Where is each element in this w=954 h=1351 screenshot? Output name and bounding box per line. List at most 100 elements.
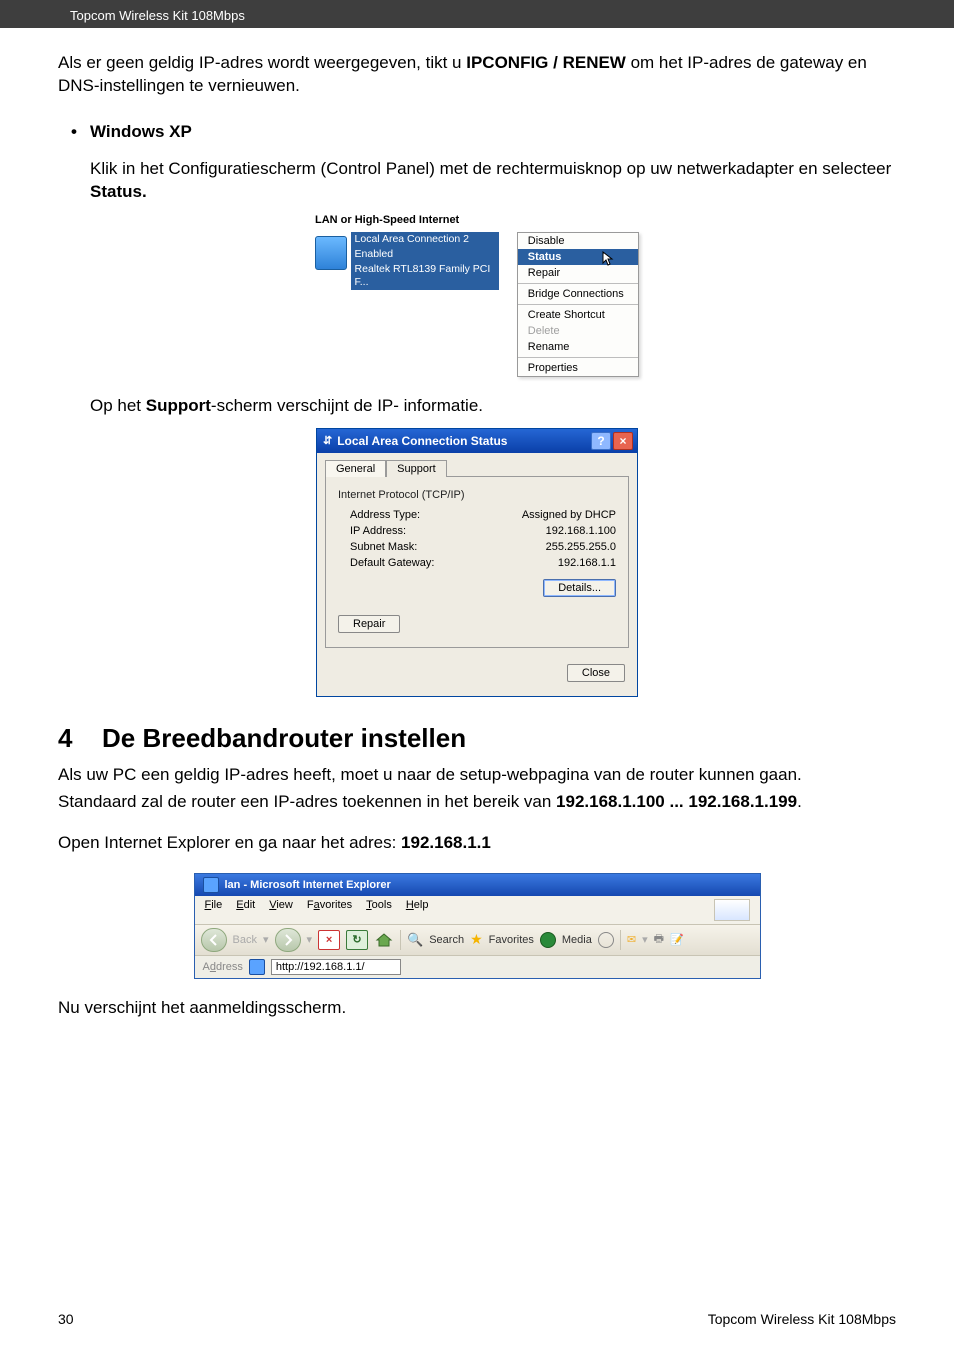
stop-button[interactable]: × xyxy=(318,930,340,950)
addr-type-value: Assigned by DHCP xyxy=(522,509,616,521)
mail-dropdown-icon[interactable]: ▾ xyxy=(642,933,648,946)
connection-name[interactable]: Local Area Connection 2 xyxy=(351,232,499,247)
step1-bold: Status. xyxy=(90,182,147,201)
menu-view[interactable]: View xyxy=(269,899,293,921)
history-icon[interactable] xyxy=(598,932,614,948)
page-footer: 30 Topcom Wireless Kit 108Mbps xyxy=(58,1311,896,1327)
bullet-label: Windows XP xyxy=(90,122,192,142)
details-button[interactable]: Details... xyxy=(543,579,616,597)
tab-support[interactable]: Support xyxy=(386,460,447,477)
menu-favorites[interactable]: Favorites xyxy=(307,899,352,921)
step1-text: Klik in het Configuratiescherm (Control … xyxy=(90,158,896,204)
gw-value: 192.168.1.1 xyxy=(558,557,616,569)
doc-header: Topcom Wireless Kit 108Mbps xyxy=(0,0,954,28)
network-connection-icon xyxy=(315,236,347,270)
sec4-ip-range: 192.168.1.100 ... 192.168.1.199 xyxy=(556,792,797,811)
favorites-icon[interactable]: ★ xyxy=(470,931,483,948)
home-icon xyxy=(375,932,393,948)
step2-b: -scherm verschijnt de IP- informatie. xyxy=(211,396,483,415)
bullet-dot: • xyxy=(58,122,90,142)
ctx-status[interactable]: Status xyxy=(518,249,638,265)
ctx-repair[interactable]: Repair xyxy=(518,265,638,281)
page-icon xyxy=(249,959,265,975)
menu-tools[interactable]: Tools xyxy=(366,899,392,921)
section-4-heading: 4De Breedbandrouter instellen xyxy=(58,723,896,754)
step2-a: Op het xyxy=(90,396,146,415)
row-address-type: Address Type: Assigned by DHCP xyxy=(338,507,616,523)
favorites-label: Favorites xyxy=(489,934,534,946)
close-button[interactable]: Close xyxy=(567,664,625,682)
sec4-router-ip: 192.168.1.1 xyxy=(401,833,491,852)
help-button[interactable]: ? xyxy=(591,432,611,450)
menu-file[interactable]: File xyxy=(205,899,223,921)
ctx-bridge[interactable]: Bridge Connections xyxy=(518,283,638,302)
cursor-icon xyxy=(602,251,616,267)
sec4-p2: Standaard zal de router een IP-adres toe… xyxy=(58,791,896,814)
menu-help[interactable]: Help xyxy=(406,899,429,921)
ctx-status-label: Status xyxy=(528,251,562,263)
page-number: 30 xyxy=(58,1311,74,1327)
step1-text-a: Klik in het Configuratiescherm (Control … xyxy=(90,159,891,178)
sec4-p3-a: Open Internet Explorer en ga naar het ad… xyxy=(58,833,401,852)
bullet-windows-xp: • Windows XP xyxy=(58,122,896,142)
ie-titlebar: lan - Microsoft Internet Explorer xyxy=(195,874,760,896)
edit-icon[interactable]: 📝 xyxy=(670,933,684,946)
toolbar-separator xyxy=(400,930,401,950)
dialog-tabs: GeneralSupport xyxy=(317,453,637,476)
ie-window-title: lan - Microsoft Internet Explorer xyxy=(225,879,391,891)
intro-text-a: Als er geen geldig IP-adres wordt weerge… xyxy=(58,53,466,72)
print-icon[interactable]: 🖶 xyxy=(654,930,664,949)
back-dropdown-icon[interactable]: ▾ xyxy=(263,933,269,946)
menu-edit[interactable]: Edit xyxy=(236,899,255,921)
context-menu: Disable Status Repair Bridge Connections… xyxy=(517,232,639,377)
ip-value: 192.168.1.100 xyxy=(546,525,616,537)
mail-icon[interactable]: ✉ xyxy=(627,933,636,946)
ctx-properties[interactable]: Properties xyxy=(518,357,638,376)
row-ip: IP Address: 192.168.1.100 xyxy=(338,523,616,539)
connection-adapter: Realtek RTL8139 Family PCI F... xyxy=(351,262,499,290)
row-gateway: Default Gateway: 192.168.1.1 xyxy=(338,555,616,571)
media-icon[interactable] xyxy=(540,932,556,948)
forward-arrow-icon xyxy=(282,934,294,946)
toolbar-separator xyxy=(620,930,621,950)
ie-logo-icon xyxy=(203,877,219,893)
search-label: Search xyxy=(429,934,464,946)
connection-state: Enabled xyxy=(351,247,499,262)
after-ie-text: Nu verschijnt het aanmeldingsscherm. xyxy=(58,997,896,1020)
sec4-p2-c: . xyxy=(797,792,802,811)
dialog-titlebar: ⇵ Local Area Connection Status ? × xyxy=(317,429,637,453)
close-icon[interactable]: × xyxy=(613,432,633,450)
sec4-p1: Als uw PC een geldig IP-adres heeft, moe… xyxy=(58,764,896,787)
dialog-body: Internet Protocol (TCP/IP) Address Type:… xyxy=(325,476,629,648)
tab-general[interactable]: General xyxy=(325,460,386,477)
dialog-title: Local Area Connection Status xyxy=(337,434,507,448)
ctx-rename[interactable]: Rename xyxy=(518,339,638,355)
back-label: Back xyxy=(233,934,257,946)
back-button[interactable] xyxy=(201,928,227,952)
forward-button[interactable] xyxy=(275,928,301,952)
ctx-shortcut[interactable]: Create Shortcut xyxy=(518,304,638,323)
section-number: 4 xyxy=(58,723,102,754)
row-mask: Subnet Mask: 255.255.255.0 xyxy=(338,539,616,555)
screenshot-ie-browser: lan - Microsoft Internet Explorer File E… xyxy=(194,873,761,979)
screenshot-context-menu: LAN or High-Speed Internet Local Area Co… xyxy=(315,214,639,377)
lan-section-title: LAN or High-Speed Internet xyxy=(315,214,639,226)
fwd-dropdown-icon[interactable]: ▾ xyxy=(307,933,313,946)
home-button[interactable] xyxy=(374,931,394,949)
ctx-disable[interactable]: Disable xyxy=(518,233,638,249)
repair-button[interactable]: Repair xyxy=(338,615,400,633)
back-arrow-icon xyxy=(208,934,220,946)
sec4-p2-a: Standaard zal de router een IP-adres toe… xyxy=(58,792,556,811)
refresh-button[interactable]: ↻ xyxy=(346,930,368,950)
address-input[interactable]: http://192.168.1.1/ xyxy=(271,959,401,975)
section-title: De Breedbandrouter instellen xyxy=(102,723,466,753)
intro-paragraph: Als er geen geldig IP-adres wordt weerge… xyxy=(58,52,896,98)
mask-value: 255.255.255.0 xyxy=(546,541,616,553)
status-dialog: ⇵ Local Area Connection Status ? × Gener… xyxy=(316,428,638,697)
network-status-icon: ⇵ xyxy=(323,434,332,447)
ip-label: IP Address: xyxy=(350,525,406,537)
addr-type-label: Address Type: xyxy=(350,509,420,521)
footer-product: Topcom Wireless Kit 108Mbps xyxy=(708,1311,896,1327)
header-product: Topcom Wireless Kit 108Mbps xyxy=(70,8,245,23)
search-icon[interactable]: 🔍 xyxy=(407,932,423,948)
